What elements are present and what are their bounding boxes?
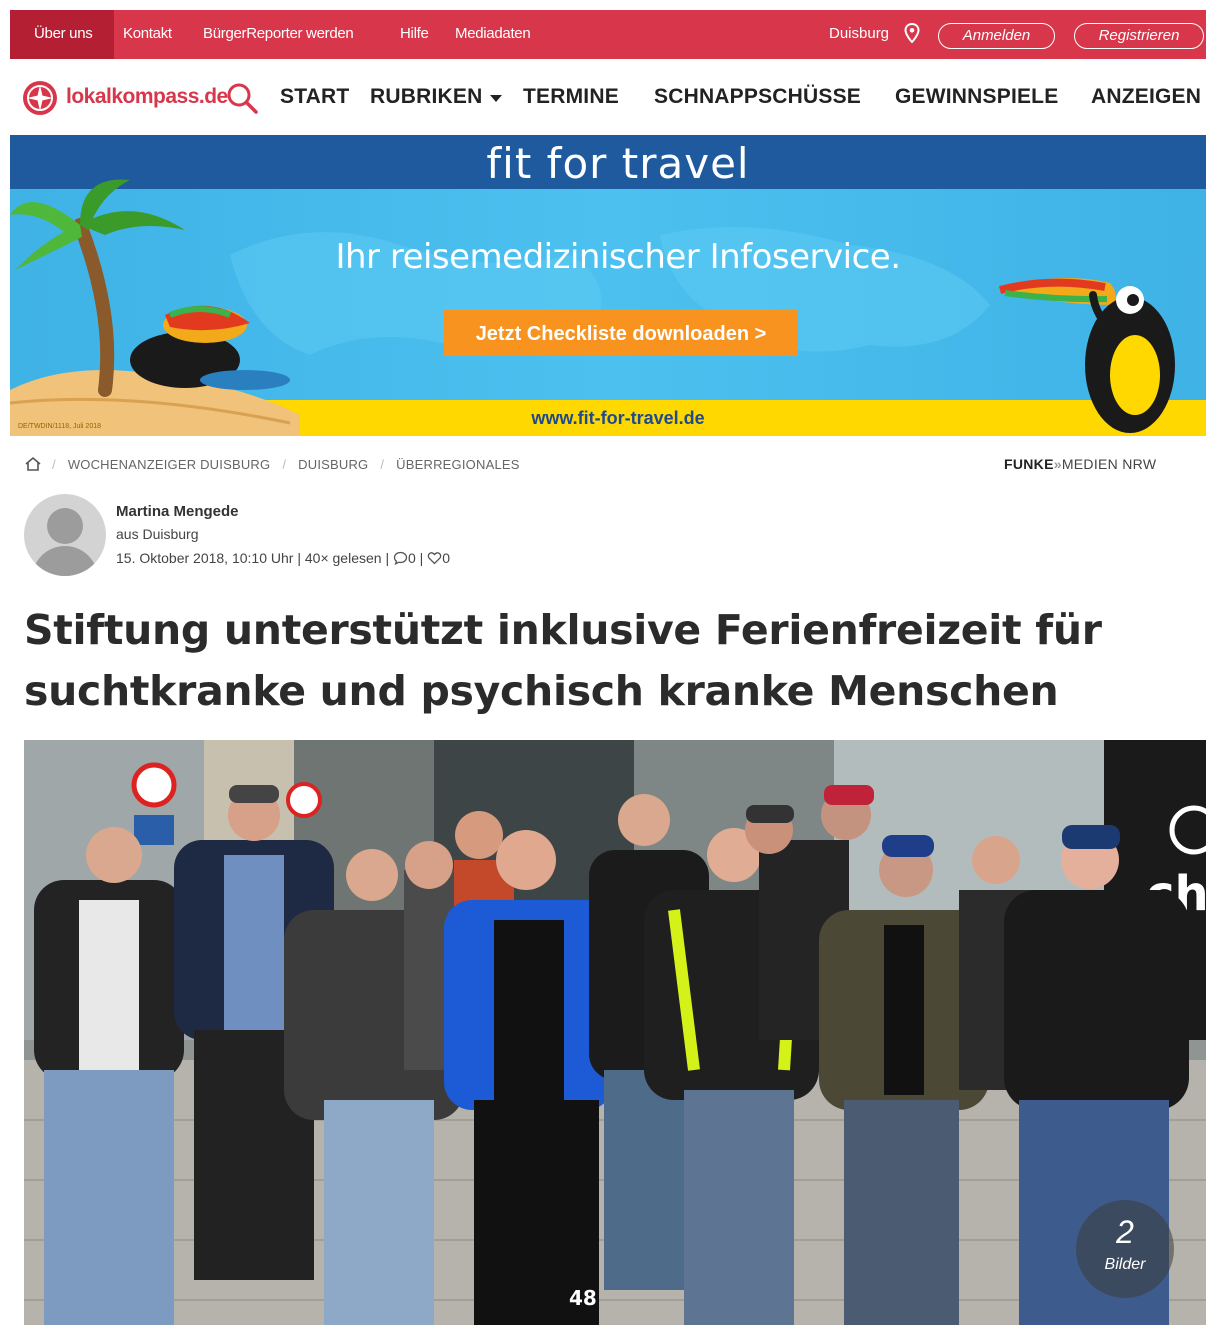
author-name[interactable]: Martina Mengede (116, 503, 239, 520)
nav-gewinnspiele[interactable]: GEWINNSPIELE (895, 85, 1058, 109)
logo-compass-icon[interactable] (22, 80, 58, 116)
comment-icon[interactable] (393, 551, 408, 565)
brand-name[interactable]: lokalkompass.de (66, 85, 228, 109)
gallery-count: 2 (1116, 1214, 1134, 1250)
read-count: 40× gelesen (304, 550, 382, 566)
beach-illustration (10, 179, 300, 436)
link-hilfe[interactable]: Hilfe (400, 25, 429, 42)
breadcrumb-item-ueberregionales[interactable]: ÜBERREGIONALES (396, 457, 519, 472)
avatar[interactable] (24, 494, 106, 576)
meta-separator: | (419, 550, 428, 566)
breadcrumb-separator: / (380, 457, 385, 472)
publisher-logo-rest: MEDIEN NRW (1061, 456, 1157, 472)
breadcrumb: / WOCHENANZEIGER DUISBURG / DUISBURG / ÜBERRE… (52, 457, 520, 472)
ad-title: fit for travel (486, 139, 750, 188)
publisher-logo-bold: FUNKE (1004, 456, 1054, 472)
nav-start[interactable]: START (280, 85, 349, 109)
link-mediadaten[interactable]: Mediadaten (455, 25, 531, 42)
chevron-down-icon[interactable] (490, 95, 502, 102)
link-buergerreporter[interactable]: BürgerReporter werden (203, 25, 354, 42)
article-meta: 15. Oktober 2018, 10:10 Uhr | 40× gelese… (116, 550, 450, 566)
breadcrumb-item-duisburg[interactable]: DUISBURG (298, 457, 368, 472)
author-location: aus Duisburg (116, 526, 199, 542)
register-button[interactable]: Registrieren (1074, 23, 1204, 49)
world-map-graphic (230, 227, 990, 355)
link-ueber-uns[interactable]: Über uns (34, 25, 93, 42)
page: Über uns Kontakt BürgerReporter werden H… (10, 10, 1206, 1325)
article-headline: Stiftung unterstützt inklusive Ferienfre… (24, 606, 1102, 715)
article-date: 15. Oktober 2018, 10:10 Uhr (116, 550, 294, 566)
gallery-label: Bilder (1104, 1256, 1146, 1273)
ad-code: DE/TWDIN/1118, Juli 2018 (18, 423, 101, 430)
publisher-logo[interactable]: FUNKE»MEDIEN NRW (1004, 456, 1156, 472)
location-label[interactable]: Duisburg (829, 25, 889, 42)
ad-subtitle: Ihr reisemedizinischer Infoservice. (335, 237, 901, 277)
nav-schnappschuesse[interactable]: SCHNAPPSCHÜSSE (654, 85, 861, 109)
ad-banner[interactable]: fit for travel Ihr reisemedizinischer In… (10, 135, 1206, 436)
main-navigation: lokalkompass.de START RUBRIKEN TERMINE S… (10, 59, 1206, 135)
nav-termine[interactable]: TERMINE (523, 85, 619, 109)
breadcrumb-separator: / (52, 457, 56, 472)
publisher-logo-chevrons: » (1053, 456, 1062, 472)
article-photo[interactable]: ch 48 2 Bilder (24, 740, 1206, 1325)
avatar-body (32, 546, 98, 576)
map-pin-icon[interactable] (904, 23, 920, 43)
breadcrumb-item-wochenanzeiger[interactable]: WOCHENANZEIGER DUISBURG (68, 457, 271, 472)
heart-icon[interactable] (427, 551, 442, 565)
search-icon[interactable] (225, 81, 259, 115)
comment-count[interactable]: 0 (408, 550, 416, 566)
link-kontakt[interactable]: Kontakt (123, 25, 172, 42)
breadcrumb-separator: / (282, 457, 287, 472)
group-photo-image: ch 48 (24, 740, 1206, 1325)
meta-separator: | (297, 550, 305, 566)
ad-url[interactable]: www.fit-for-travel.de (10, 408, 1206, 429)
home-icon[interactable] (24, 456, 42, 472)
top-utility-bar: Über uns Kontakt BürgerReporter werden H… (10, 10, 1206, 59)
login-button[interactable]: Anmelden (938, 23, 1055, 49)
avatar-head (47, 508, 83, 544)
gallery-counter[interactable]: 2 Bilder (1076, 1200, 1174, 1298)
meta-separator: | (385, 550, 393, 566)
nav-rubriken[interactable]: RUBRIKEN (370, 85, 482, 109)
ad-download-button[interactable]: Jetzt Checkliste downloaden > (444, 310, 798, 356)
like-count[interactable]: 0 (442, 550, 450, 566)
nav-anzeigen[interactable]: ANZEIGEN (1091, 85, 1201, 109)
svg-text:48: 48 (569, 1286, 597, 1310)
